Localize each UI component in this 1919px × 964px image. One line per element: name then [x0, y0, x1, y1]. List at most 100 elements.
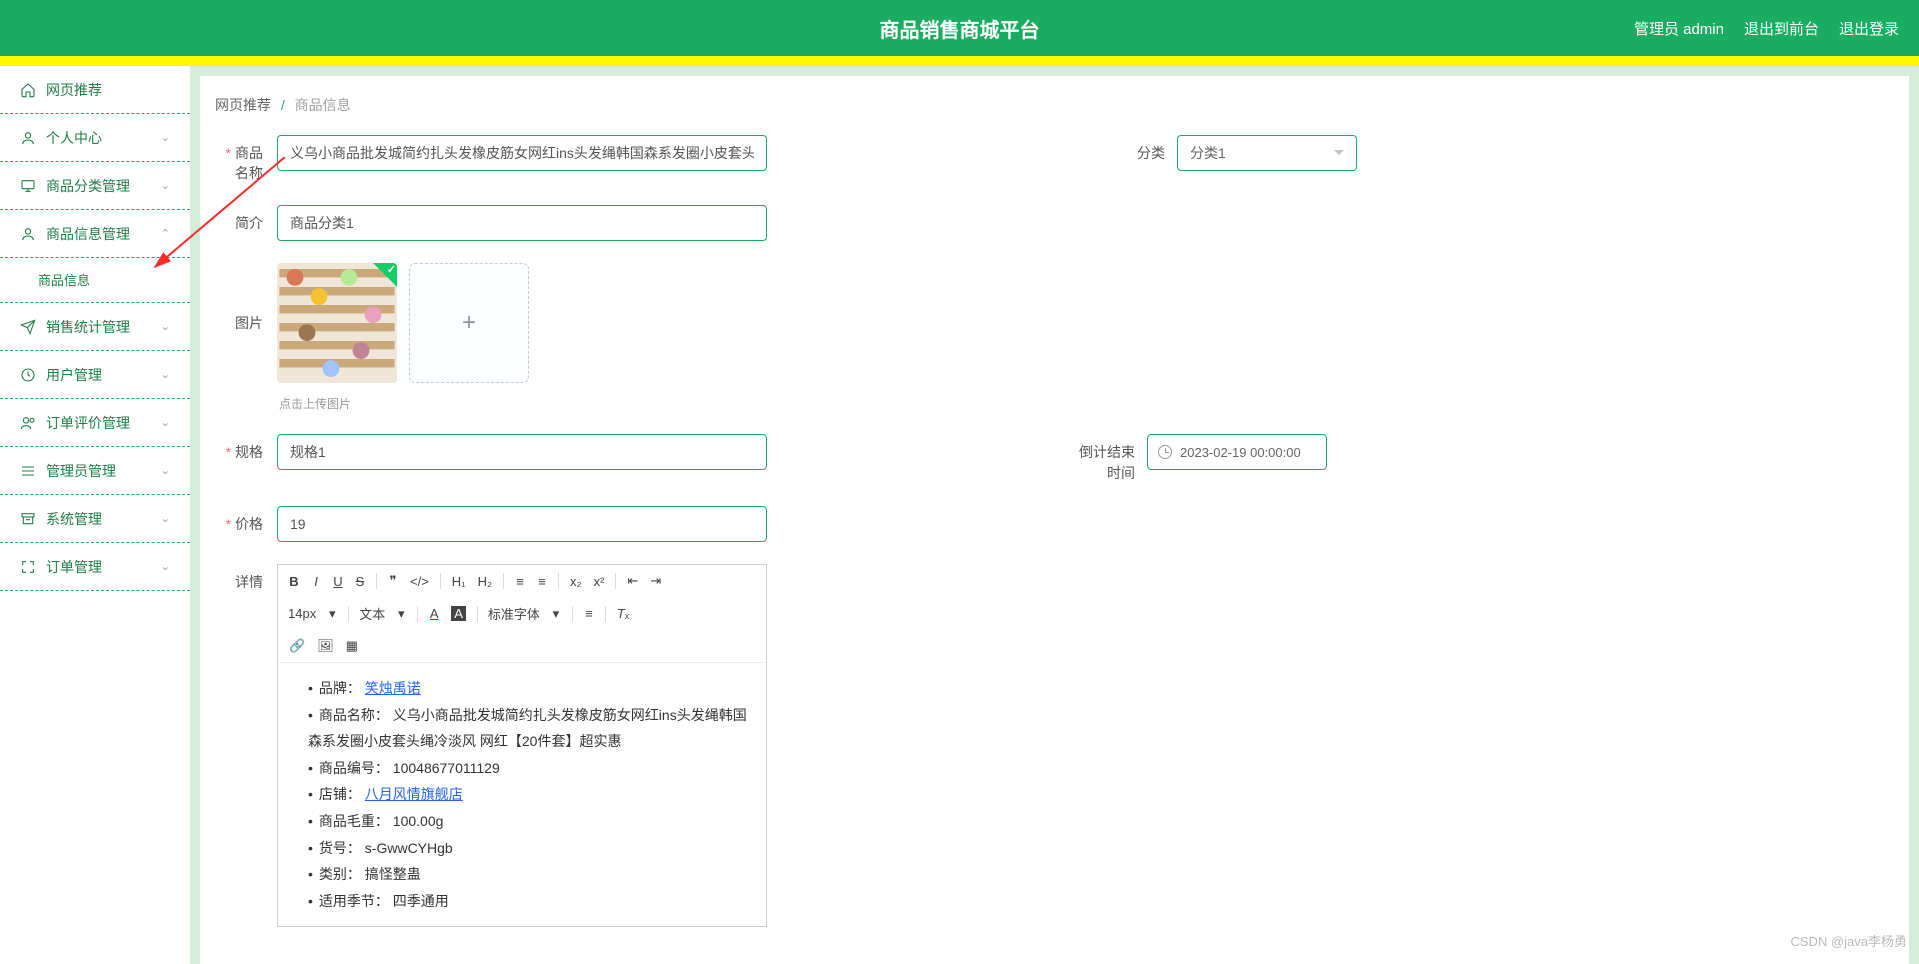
sidebar-item-system[interactable]: 系统管理 ⌄: [0, 495, 190, 543]
main-content: 网页推荐 / 商品信息 商品名称 分类 分类1: [190, 66, 1919, 964]
row-brief: 简介: [215, 205, 1894, 241]
select-category[interactable]: 分类1: [1177, 135, 1357, 171]
accent-bar: [0, 56, 1919, 66]
h1-button[interactable]: H₁: [447, 570, 471, 593]
label-price: 价格: [215, 506, 277, 534]
brand-link[interactable]: 笑烛禹诺: [365, 680, 421, 696]
clock-icon: [1158, 445, 1172, 459]
ordered-list-button[interactable]: ≡: [510, 570, 530, 593]
product-form: 商品名称 分类 分类1 简介 图片: [215, 135, 1894, 927]
dropdown-icon[interactable]: ▾: [546, 602, 566, 626]
monitor-icon: [20, 178, 36, 194]
chevron-up-icon: ⌃: [161, 227, 170, 240]
sidebar-item-sales-stats[interactable]: 销售统计管理 ⌄: [0, 303, 190, 351]
chevron-down-icon: ⌄: [161, 320, 170, 333]
users-icon: [20, 415, 36, 431]
sidebar-item-category[interactable]: 商品分类管理 ⌄: [0, 162, 190, 210]
align-button[interactable]: ≡: [579, 602, 599, 625]
shop-link[interactable]: 八月风情旗舰店: [365, 786, 463, 802]
upload-hint: 点击上传图片: [279, 395, 529, 412]
input-price[interactable]: [277, 506, 767, 542]
subscript-button[interactable]: x₂: [565, 570, 587, 593]
row-spec-time: 规格 倒计结束时间 2023-02-19 00:00:00: [215, 434, 1894, 484]
italic-button[interactable]: I: [306, 570, 326, 593]
content-card: 网页推荐 / 商品信息 商品名称 分类 分类1: [200, 76, 1909, 964]
breadcrumb-current: 商品信息: [295, 97, 351, 113]
underline-button[interactable]: U: [328, 570, 348, 593]
indent-button[interactable]: ⇤: [622, 569, 643, 593]
label-detail: 详情: [215, 564, 277, 592]
outdent-button[interactable]: ⇥: [645, 569, 666, 593]
check-icon: [373, 263, 397, 287]
image-button[interactable]: 🖼: [312, 634, 339, 658]
breadcrumb-separator: /: [281, 97, 285, 113]
app-title: 商品销售商城平台: [880, 14, 1040, 43]
breadcrumb: 网页推荐 / 商品信息: [215, 91, 1894, 135]
editor-toolbar: B I U S ❞ </> H₁ H₂ ≡ ≡: [278, 565, 766, 663]
clear-format-button[interactable]: Tₓ: [612, 602, 634, 625]
sidebar-item-home[interactable]: 网页推荐: [0, 66, 190, 114]
uploaded-image-thumb[interactable]: [277, 263, 397, 383]
font-family-select[interactable]: 标准字体: [484, 601, 544, 626]
unordered-list-button[interactable]: ≡: [532, 570, 552, 593]
chevron-down-icon: ⌄: [161, 560, 170, 573]
font-size-select[interactable]: 14px: [284, 603, 320, 624]
user-icon: [20, 226, 36, 242]
admin-label[interactable]: 管理员 admin: [1634, 18, 1724, 39]
code-button[interactable]: </>: [405, 570, 434, 593]
row-price: 价格: [215, 506, 1894, 542]
input-spec[interactable]: [277, 434, 767, 470]
fullscreen-icon: [20, 559, 36, 575]
upload-button[interactable]: +: [409, 263, 529, 383]
chevron-down-icon: ⌄: [161, 179, 170, 192]
label-image: 图片: [215, 263, 277, 333]
chevron-down-icon: ⌄: [161, 464, 170, 477]
sidebar-item-user-mgmt[interactable]: 用户管理 ⌄: [0, 351, 190, 399]
header: 商品销售商城平台 管理员 admin 退出到前台 退出登录: [0, 0, 1919, 56]
dropdown-icon[interactable]: ▾: [391, 602, 411, 626]
dropdown-icon[interactable]: ▾: [322, 602, 342, 626]
clock-icon: [20, 367, 36, 383]
text-color-button[interactable]: A: [424, 602, 444, 625]
archive-icon: [20, 511, 36, 527]
sidebar: 网页推荐 个人中心 ⌄ 商品分类管理 ⌄ 商品信息管理 ⌃ 商品信息 销售统计管…: [0, 66, 190, 964]
logout-link[interactable]: 退出登录: [1839, 18, 1899, 39]
superscript-button[interactable]: x²: [589, 570, 610, 593]
plus-icon: +: [462, 309, 476, 337]
input-brief[interactable]: [277, 205, 767, 241]
editor-content[interactable]: 品牌： 笑烛禹诺 商品名称： 义乌小商品批发城简约扎头发橡皮筋女网红ins头发绳…: [278, 663, 766, 926]
sidebar-item-profile[interactable]: 个人中心 ⌄: [0, 114, 190, 162]
strike-button[interactable]: S: [350, 570, 370, 593]
sidebar-item-review[interactable]: 订单评价管理 ⌄: [0, 399, 190, 447]
breadcrumb-root[interactable]: 网页推荐: [215, 97, 271, 113]
chevron-down-icon: ⌄: [161, 416, 170, 429]
sidebar-item-order-mgmt[interactable]: 订单管理 ⌄: [0, 543, 190, 591]
label-countdown: 倒计结束时间: [1077, 434, 1147, 484]
datepicker-countdown[interactable]: 2023-02-19 00:00:00: [1147, 434, 1327, 470]
sidebar-subitem-product-info[interactable]: 商品信息: [0, 258, 190, 303]
chevron-down-icon: ⌄: [161, 131, 170, 144]
header-actions: 管理员 admin 退出到前台 退出登录: [1634, 18, 1899, 39]
input-name[interactable]: [277, 135, 767, 171]
bold-button[interactable]: B: [284, 570, 304, 593]
sidebar-item-admin-mgmt[interactable]: 管理员管理 ⌄: [0, 447, 190, 495]
menu-icon: [20, 463, 36, 479]
to-front-link[interactable]: 退出到前台: [1744, 18, 1819, 39]
bg-color-button[interactable]: A: [446, 602, 471, 625]
sidebar-item-product-info[interactable]: 商品信息管理 ⌃: [0, 210, 190, 258]
h2-button[interactable]: H₂: [473, 570, 497, 593]
chevron-down-icon: ⌄: [161, 512, 170, 525]
row-detail: 详情 B I U S ❞ </> H₁ H₂: [215, 564, 1894, 927]
label-brief: 简介: [215, 205, 277, 233]
label-category: 分类: [1107, 135, 1177, 163]
user-icon: [20, 130, 36, 146]
link-button[interactable]: 🔗: [284, 634, 310, 658]
row-name-category: 商品名称 分类 分类1: [215, 135, 1894, 183]
label-spec: 规格: [215, 434, 277, 462]
home-icon: [20, 82, 36, 98]
video-button[interactable]: ▦: [341, 634, 363, 658]
send-icon: [20, 319, 36, 335]
row-image: 图片: [215, 263, 1894, 412]
quote-button[interactable]: ❞: [383, 569, 403, 593]
text-style-select[interactable]: 文本: [355, 601, 389, 626]
